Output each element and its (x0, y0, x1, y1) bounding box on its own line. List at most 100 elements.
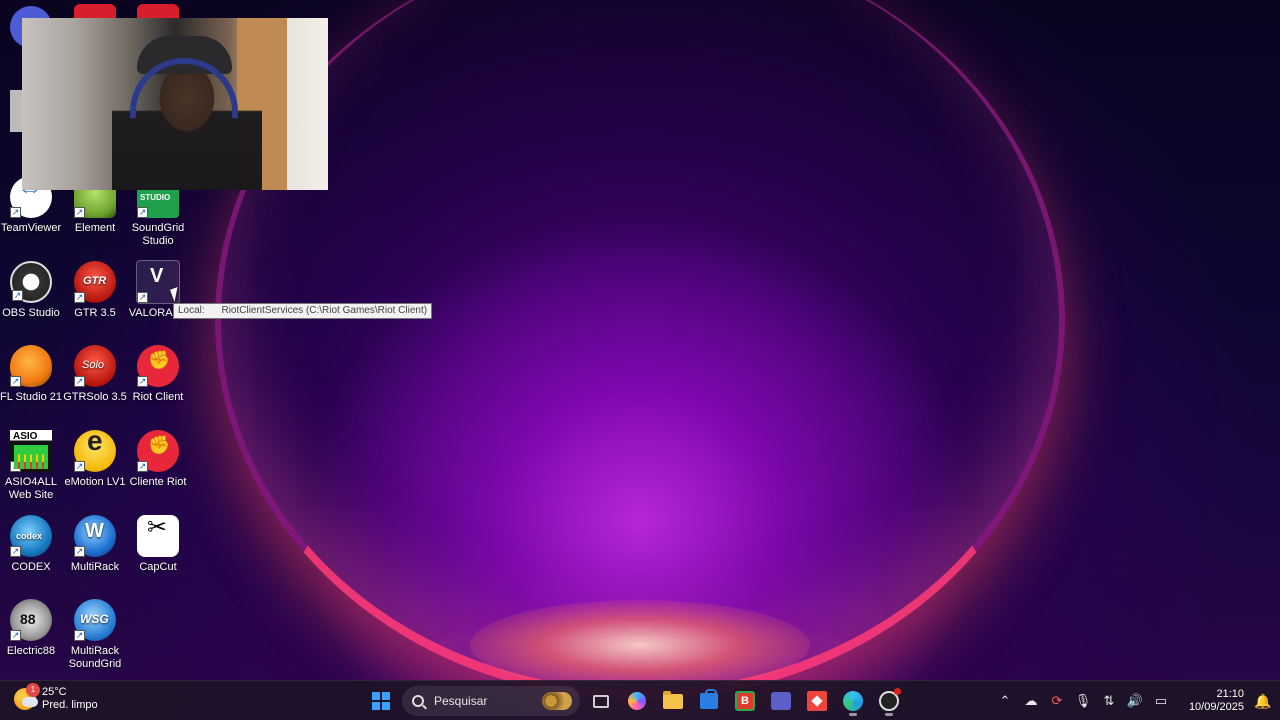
copilot-icon (628, 692, 646, 710)
start-icon (372, 692, 390, 710)
teams-button[interactable] (766, 686, 796, 716)
search-highlight-icon (542, 692, 572, 710)
desktop-icon-gtrsolo[interactable]: ↗ GTRSolo 3.5 (63, 345, 127, 404)
desktop-icon-asio4all[interactable]: ↗ ASIO4ALL Web Site (0, 430, 63, 502)
fl-studio-icon: ↗ (10, 345, 52, 387)
shortcut-arrow-icon: ↗ (10, 376, 21, 387)
running-indicator (849, 713, 857, 716)
desktop-icon-label: FL Studio 21 (0, 391, 62, 403)
shortcut-arrow-icon: ↗ (74, 546, 85, 557)
taskbar: 1 25°C Pred. limpo Pesquisar B ⌃ ☁ ⟳ 🎙 ⇅… (0, 680, 1280, 720)
desktop-icon-riot-client[interactable]: ↗ Riot Client (126, 345, 190, 404)
obs-button[interactable] (874, 686, 904, 716)
clock-time: 21:10 (1216, 688, 1244, 700)
shortcut-arrow-icon: ↗ (10, 546, 21, 557)
onedrive-icon[interactable]: ☁ (1018, 681, 1044, 720)
multirack-soundgrid-icon: ↗ (74, 599, 116, 641)
desktop-icon-capcut[interactable]: CapCut (126, 515, 190, 574)
taskbar-apps: Pesquisar B (366, 685, 904, 717)
shortcut-arrow-icon: ↗ (74, 630, 85, 641)
system-tray: ⌃ ☁ ⟳ 🎙 ⇅ 🔊 ▭ 21:10 10/09/2025 🔔 (992, 681, 1280, 720)
start-button[interactable] (366, 686, 396, 716)
shortcut-arrow-icon: ↗ (10, 630, 21, 641)
codex-icon: ↗ (10, 515, 52, 557)
pinned-app-button[interactable]: B (730, 686, 760, 716)
desktop-icon-label: GTR 3.5 (74, 307, 116, 319)
clock-date: 10/09/2025 (1188, 701, 1244, 713)
gtrsolo-icon: ↗ (74, 345, 116, 387)
desktop-icon-emotion-lv1[interactable]: ↗ eMotion LV1 (63, 430, 127, 489)
network-icon[interactable]: ⇅ (1096, 681, 1122, 720)
task-view-icon (593, 694, 609, 708)
electric88-icon: ↗ (10, 599, 52, 641)
search-placeholder: Pesquisar (434, 694, 488, 708)
desktop-icon-multirack[interactable]: ↗ MultiRack (63, 515, 127, 574)
capcut-icon (137, 515, 179, 557)
desktop-icon-label: Element (74, 222, 116, 234)
shortcut-arrow-icon: ↗ (74, 207, 85, 218)
taskbar-clock[interactable]: 21:10 10/09/2025 (1180, 688, 1244, 714)
edge-button[interactable] (838, 686, 868, 716)
notification-icon[interactable]: 🔔 (1252, 693, 1274, 710)
volume-icon[interactable]: 🔊 (1122, 681, 1148, 720)
obs-studio-icon: ↗ (10, 261, 52, 303)
desktop-icon-label: ASIO4ALL Web Site (5, 476, 57, 501)
desktop-icon-label: Riot Client (132, 391, 184, 403)
multirack-icon: ↗ (74, 515, 116, 557)
riot-client-icon: ↗ (137, 345, 179, 387)
gtr-icon: ↗ (74, 261, 116, 303)
desktop-icon-label: MultiRack SoundGrid (68, 645, 122, 670)
anydesk-button[interactable] (802, 686, 832, 716)
weather-text: 25°C Pred. limpo (42, 686, 98, 712)
file-explorer-button[interactable] (658, 686, 688, 716)
desktop-icon-label: CapCut (139, 561, 177, 573)
desktop-icon-codex[interactable]: ↗ CODEX (0, 515, 63, 574)
teams-icon (771, 692, 791, 710)
shortcut-arrow-icon: ↗ (74, 376, 85, 387)
weather-condition: Pred. limpo (42, 699, 98, 711)
desktop-icon-fl-studio[interactable]: ↗ FL Studio 21 (0, 345, 63, 404)
search-icon (412, 695, 424, 707)
battery-icon[interactable]: ▭ (1148, 681, 1174, 720)
desktop-icon-label: MultiRack (70, 561, 120, 573)
store-button[interactable] (694, 686, 724, 716)
desktop-icon-gtr[interactable]: ↗ GTR 3.5 (63, 261, 127, 320)
file-explorer-icon (663, 690, 683, 709)
desktop-icon-label: Cliente Riot (129, 476, 187, 488)
copilot-button[interactable] (622, 686, 652, 716)
edge-icon (843, 691, 863, 711)
wallpaper-glow (470, 600, 810, 690)
shortcut-arrow-icon: ↗ (74, 461, 85, 472)
desktop-icon-cliente-riot[interactable]: ↗ Cliente Riot (126, 430, 190, 489)
chevron-up-icon[interactable]: ⌃ (992, 681, 1018, 720)
weather-badge: 1 (26, 683, 40, 697)
desktop-icon-obs-studio[interactable]: ↗ OBS Studio (0, 261, 63, 320)
store-icon (700, 689, 718, 709)
shortcut-arrow-icon: ↗ (10, 461, 21, 472)
shortcut-arrow-icon: ↗ (12, 290, 23, 301)
shortcut-arrow-icon: ↗ (137, 292, 148, 303)
shortcut-arrow-icon: ↗ (10, 207, 21, 218)
tooltip-value: RiotClientServices (C:\Riot Games\Riot C… (221, 305, 428, 316)
desktop-icon-multirack-soundgrid[interactable]: ↗ MultiRack SoundGrid (63, 599, 127, 671)
sync-icon[interactable]: ⟳ (1044, 681, 1070, 720)
desktop-icon-label: eMotion LV1 (64, 476, 126, 488)
icon-tooltip: Local: RiotClientServices (C:\Riot Games… (173, 303, 433, 319)
emotion-lv1-icon: ↗ (74, 430, 116, 472)
running-indicator (885, 713, 893, 716)
shortcut-arrow-icon: ↗ (137, 461, 148, 472)
shortcut-arrow-icon: ↗ (137, 376, 148, 387)
anydesk-icon (807, 691, 827, 711)
desktop-icon-label: CODEX (11, 561, 51, 573)
desktop-icon-electric88[interactable]: ↗ Electric88 (0, 599, 63, 658)
desktop-icon-label: SoundGrid Studio (131, 222, 185, 247)
webcam-overlay (22, 18, 328, 190)
microphone-icon[interactable]: 🎙 (1070, 681, 1096, 720)
task-view-button[interactable] (586, 686, 616, 716)
shortcut-arrow-icon: ↗ (137, 207, 148, 218)
shortcut-arrow-icon: ↗ (74, 292, 85, 303)
taskbar-search[interactable]: Pesquisar (402, 686, 580, 716)
weather-widget[interactable]: 1 25°C Pred. limpo (14, 683, 98, 712)
wallpaper-glow-ring (215, 0, 1065, 700)
asio4all-icon: ↗ (10, 430, 52, 472)
